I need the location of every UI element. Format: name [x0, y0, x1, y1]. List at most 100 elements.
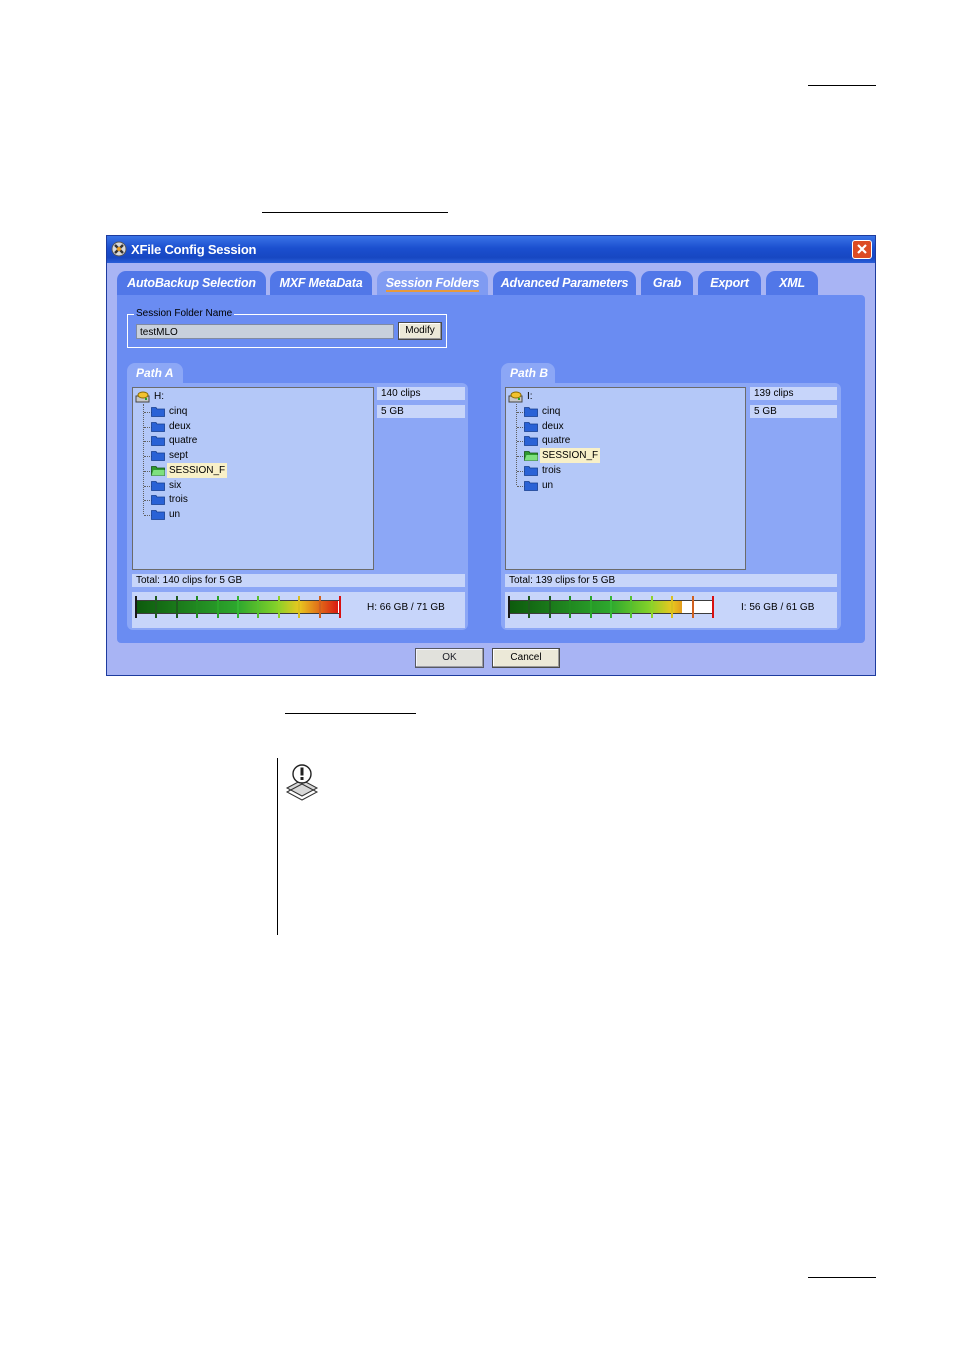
close-button[interactable] — [852, 240, 872, 259]
session-folder-legend: Session Folder Name — [134, 308, 235, 320]
gauge-tick — [135, 596, 137, 618]
app-icon — [111, 241, 127, 257]
gauge-tick — [650, 596, 653, 618]
tree-folder-label: sept — [169, 450, 188, 462]
path-b-total: Total: 139 clips for 5 GB — [505, 574, 837, 587]
tab-label: MXF MetaData — [279, 276, 363, 290]
header-rule — [808, 85, 876, 86]
tree-folder-label: deux — [542, 420, 564, 432]
folder-icon — [524, 407, 538, 417]
tree-folder-label: six — [169, 479, 182, 491]
close-icon — [857, 244, 867, 254]
tab-label: Session Folders — [385, 276, 480, 292]
path-a-clips: 140 clips — [377, 387, 465, 400]
window-title: XFile Config Session — [131, 242, 257, 257]
title-bar[interactable]: XFile Config Session — [107, 236, 875, 263]
drive-icon — [508, 391, 523, 403]
tab-autobackup-selection[interactable]: AutoBackup Selection — [117, 271, 266, 295]
folder-icon — [524, 421, 538, 432]
gauge-tick — [339, 596, 341, 618]
path-b-disk-gauge: I: 56 GB / 61 GB — [505, 592, 837, 628]
folder-icon — [524, 465, 538, 476]
gauge-tick — [216, 596, 219, 618]
gauge-tick — [712, 596, 714, 618]
gauge-tick — [257, 596, 260, 618]
tree-folder-label: SESSION_F — [540, 448, 601, 464]
tab-label: Export — [710, 276, 749, 290]
tab-export[interactable]: Export — [698, 271, 761, 295]
gauge-tick — [237, 596, 239, 618]
drive-icon — [135, 391, 150, 403]
tab-session-folders[interactable]: Session Folders — [377, 271, 488, 295]
xfile-config-session-window: XFile Config Session AutoBackup Selectio… — [106, 235, 876, 676]
caption-underline — [285, 713, 416, 714]
tree-connector — [143, 404, 144, 514]
drive-label: I: — [527, 391, 533, 402]
path-b-size: 5 GB — [750, 405, 837, 418]
folder-icon — [524, 436, 538, 447]
gauge-tick — [691, 596, 694, 618]
path-a-total: Total: 140 clips for 5 GB — [132, 574, 465, 587]
folder-icon — [151, 407, 165, 417]
tree-folder-label: un — [169, 508, 181, 520]
folder-open-icon — [151, 465, 165, 476]
tree-connector — [516, 404, 517, 485]
ok-button[interactable]: OK — [415, 648, 484, 668]
gauge-tick — [528, 596, 531, 618]
path-b-clips: 139 clips — [750, 387, 837, 400]
folder-icon — [151, 451, 165, 461]
gauge-tick — [298, 596, 301, 618]
gauge-tick — [277, 596, 280, 618]
folder-icon — [151, 509, 165, 520]
folder-icon — [151, 436, 165, 447]
tab-label: XML — [779, 276, 805, 290]
folder-icon — [151, 421, 165, 432]
section-underline — [262, 212, 448, 213]
tab-label: Grab — [652, 276, 682, 290]
session-folder-name-group: Session Folder Name testMLO Modify — [127, 308, 447, 348]
gauge-tick — [508, 596, 510, 618]
path-a-size: 5 GB — [377, 405, 465, 418]
tab-xml[interactable]: XML — [766, 271, 818, 295]
path-a-tab: Path A — [127, 363, 183, 383]
cancel-button[interactable]: Cancel — [492, 648, 560, 668]
tab-label: AutoBackup Selection — [127, 276, 256, 290]
gauge-tick — [155, 596, 158, 618]
folder-icon — [524, 480, 538, 491]
tree-folder-label: cinq — [169, 406, 188, 417]
gauge-tick — [196, 596, 199, 618]
drive-label: H: — [154, 391, 164, 402]
note-side-rule — [277, 758, 278, 935]
folder-icon — [151, 480, 165, 491]
gauge-tick — [318, 596, 321, 618]
tree-folder-label: quatre — [169, 435, 198, 447]
tab-mxf-metadata[interactable]: MXF MetaData — [270, 271, 372, 295]
note-exclamation-icon — [285, 764, 319, 801]
gauge-tick — [569, 596, 572, 618]
path-b-folder-tree[interactable]: I: cinq deux quatre SESSION_F trois un — [505, 387, 746, 570]
tree-folder-label: trois — [169, 494, 188, 506]
path-a-disk-usage: H: 66 GB / 71 GB — [367, 602, 445, 613]
tree-folder-label: cinq — [542, 406, 561, 417]
tree-folder-label: quatre — [542, 435, 571, 447]
path-a-disk-gauge: H: 66 GB / 71 GB — [132, 592, 465, 628]
path-b-tab: Path B — [501, 363, 555, 383]
session-folder-name-input[interactable]: testMLO — [136, 324, 394, 339]
path-b-disk-usage: I: 56 GB / 61 GB — [741, 602, 815, 613]
footer-rule — [808, 1277, 876, 1278]
modify-button[interactable]: Modify — [398, 322, 442, 340]
folder-icon — [151, 495, 165, 506]
tab-label: Advanced Parameters — [500, 276, 629, 290]
tab-grab[interactable]: Grab — [641, 271, 693, 295]
gauge-tick — [175, 596, 178, 618]
tab-advanced-parameters[interactable]: Advanced Parameters — [493, 271, 636, 295]
tree-folder-label: SESSION_F — [167, 462, 228, 478]
path-b-gauge-fill — [509, 601, 682, 613]
gauge-tick — [548, 596, 551, 618]
gauge-tick — [630, 596, 633, 618]
tree-folder-label: un — [542, 479, 554, 491]
gauge-tick — [610, 596, 612, 618]
gauge-tick — [589, 596, 592, 618]
folder-open-icon — [524, 451, 538, 461]
path-a-folder-tree[interactable]: H: cinq deux quatre sept SESSION_F six trois un — [132, 387, 374, 570]
